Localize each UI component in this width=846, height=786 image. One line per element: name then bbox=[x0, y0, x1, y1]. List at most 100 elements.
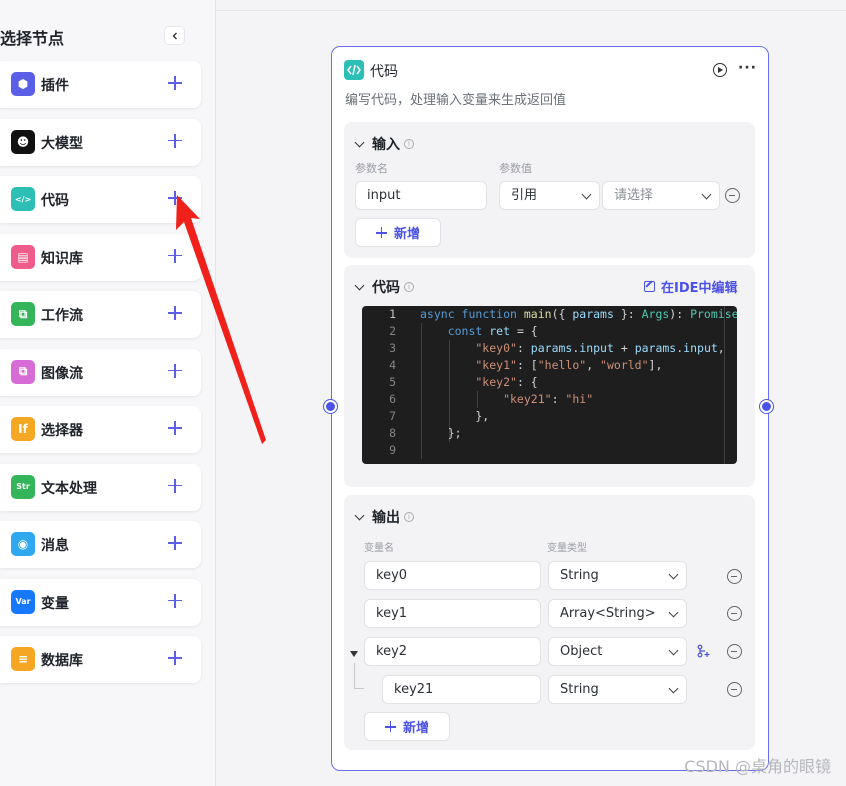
plugin-icon: ⬢ bbox=[11, 72, 35, 96]
output-name-input[interactable]: key21 bbox=[382, 675, 541, 704]
code-token: ): bbox=[669, 307, 691, 321]
line-number: 2 bbox=[389, 324, 396, 338]
remove-output-icon[interactable] bbox=[727, 682, 742, 697]
plus-icon[interactable] bbox=[166, 189, 184, 207]
node-item[interactable]: ⧉ 工作流 bbox=[0, 291, 201, 338]
output-name-input[interactable]: key1 bbox=[364, 599, 541, 628]
plus-icon[interactable] bbox=[166, 534, 184, 552]
tree-connector bbox=[354, 663, 364, 689]
code-line: 9 bbox=[362, 442, 737, 459]
code-text: async function main({ params }: Args): P… bbox=[420, 306, 737, 323]
node-item[interactable]: </> 代码 bbox=[0, 176, 201, 223]
node-item[interactable]: Var 变量 bbox=[0, 578, 201, 626]
output-name-input[interactable]: key0 bbox=[364, 561, 541, 590]
node-list: ⬢ 插件 ☻ 大模型 </> 代码 ▤ 知识库 ⧉ 工作流 ⧉ 图像流 If 选择器 Str 文本处理 ◉ 消息 V… bbox=[0, 61, 201, 694]
code-token: , bbox=[717, 341, 725, 355]
node-item-label: 变量 bbox=[41, 595, 69, 612]
variable-select[interactable]: 请选择 bbox=[602, 181, 720, 210]
output-type-select[interactable]: String bbox=[548, 675, 687, 704]
node-item[interactable]: ☻ 大模型 bbox=[0, 118, 201, 166]
node-item-label: 工作流 bbox=[41, 308, 83, 324]
var-type-label: 变量类型 bbox=[547, 543, 587, 554]
code-line: 4 "key1": ["hello", "world"], bbox=[362, 357, 737, 374]
remove-output-icon[interactable] bbox=[727, 606, 742, 621]
code-text: "key1": ["hello", "world"], bbox=[420, 357, 662, 374]
node-item[interactable]: ⧉ 图像流 bbox=[0, 348, 201, 396]
input-section-header[interactable]: 输入 i bbox=[354, 134, 414, 154]
code-node-card[interactable]: 代码 ··· 编写代码，处理输入变量来生成返回值 输入 i 参数名 参数值 in… bbox=[324, 46, 773, 771]
node-item-label: 消息 bbox=[41, 538, 69, 554]
add-input-button[interactable]: 新增 bbox=[355, 218, 441, 247]
remove-output-icon[interactable] bbox=[727, 569, 742, 584]
edit-in-ide-label: 在IDE中编辑 bbox=[661, 281, 738, 296]
code-line: 8 }; bbox=[362, 425, 737, 442]
node-item[interactable]: ≡ 数据库 bbox=[0, 636, 201, 683]
output-section-header[interactable]: 输出 i bbox=[354, 507, 414, 527]
node-panel: 选择节点 ⬢ 插件 ☻ 大模型 </> 代码 ▤ 知识库 ⧉ 工作流 ⧉ 图像流 If 选择器 Str 文本处… bbox=[0, 0, 216, 786]
add-output-button[interactable]: 新增 bbox=[364, 712, 450, 741]
info-icon[interactable]: i bbox=[404, 139, 414, 149]
code-line: 6 "key21": "hi" bbox=[362, 391, 737, 408]
code-token: "key1" bbox=[420, 358, 517, 372]
plus-icon[interactable] bbox=[166, 247, 184, 265]
node-item[interactable]: ⬢ 插件 bbox=[0, 61, 201, 108]
line-number: 3 bbox=[389, 341, 396, 355]
code-text: "key2": { bbox=[420, 374, 537, 391]
variable-icon: Var bbox=[11, 589, 35, 614]
plus-icon[interactable] bbox=[166, 419, 184, 437]
edit-in-ide-link[interactable]: 在IDE中编辑 bbox=[644, 277, 738, 296]
plus-icon[interactable] bbox=[166, 304, 184, 322]
node-item[interactable]: Str 文本处理 bbox=[0, 463, 201, 511]
output-type-select[interactable]: Array<String> bbox=[548, 599, 687, 628]
plus-icon[interactable] bbox=[166, 132, 184, 150]
node-item[interactable]: ◉ 消息 bbox=[0, 521, 201, 568]
code-text: }; bbox=[420, 425, 462, 442]
plus-icon[interactable] bbox=[166, 592, 184, 610]
output-type-select[interactable]: String bbox=[548, 561, 687, 590]
code-token: "world" bbox=[600, 358, 649, 372]
node-item[interactable]: ▤ 知识库 bbox=[0, 233, 201, 281]
workflow-icon: ⧉ bbox=[11, 302, 35, 326]
remove-param-icon[interactable] bbox=[725, 188, 740, 203]
run-icon[interactable] bbox=[713, 63, 727, 77]
code-icon bbox=[344, 60, 364, 80]
plus-icon[interactable] bbox=[166, 74, 184, 92]
code-token: async bbox=[420, 307, 462, 321]
plus-icon[interactable] bbox=[166, 649, 184, 667]
plus-icon bbox=[375, 227, 387, 238]
more-icon[interactable]: ··· bbox=[738, 60, 757, 76]
output-name-input[interactable]: key2 bbox=[364, 637, 541, 666]
expand-caret-icon[interactable] bbox=[350, 651, 358, 657]
info-icon[interactable]: i bbox=[404, 282, 414, 292]
add-child-icon[interactable] bbox=[697, 644, 711, 658]
code-token: Promise bbox=[690, 307, 737, 321]
input-port[interactable] bbox=[324, 400, 337, 413]
plus-icon[interactable] bbox=[166, 477, 184, 495]
param-name-input[interactable]: input bbox=[355, 181, 487, 210]
database-icon: ≡ bbox=[11, 647, 35, 671]
imageflow-icon: ⧉ bbox=[11, 359, 35, 384]
code-section-header[interactable]: 代码 i bbox=[354, 277, 414, 297]
llm-icon: ☻ bbox=[11, 129, 35, 154]
code-editor[interactable]: 1 async function main({ params }: Args): … bbox=[362, 306, 737, 464]
output-type-select[interactable]: Object bbox=[548, 637, 687, 666]
chevron-down-icon bbox=[354, 510, 365, 520]
code-text: }, bbox=[420, 408, 489, 425]
code-token: }; bbox=[420, 426, 462, 440]
code-token: params bbox=[572, 307, 614, 321]
info-icon[interactable]: i bbox=[404, 512, 414, 522]
ref-type-select[interactable]: 引用 bbox=[499, 181, 600, 210]
node-item-label: 文本处理 bbox=[41, 480, 97, 497]
output-section-title: 输出 bbox=[372, 510, 400, 526]
plus-icon[interactable] bbox=[166, 362, 184, 380]
output-port[interactable] bbox=[760, 400, 773, 413]
node-item[interactable]: If 选择器 bbox=[0, 406, 201, 453]
input-section-title: 输入 bbox=[372, 137, 400, 153]
node-description: 编写代码，处理输入变量来生成返回值 bbox=[345, 93, 567, 108]
line-number: 4 bbox=[389, 358, 396, 372]
collapse-button[interactable] bbox=[164, 26, 185, 45]
code-section-title: 代码 bbox=[372, 280, 400, 296]
code-token: = { bbox=[510, 324, 538, 338]
chevron-down-icon bbox=[668, 645, 679, 656]
remove-output-icon[interactable] bbox=[727, 644, 742, 659]
